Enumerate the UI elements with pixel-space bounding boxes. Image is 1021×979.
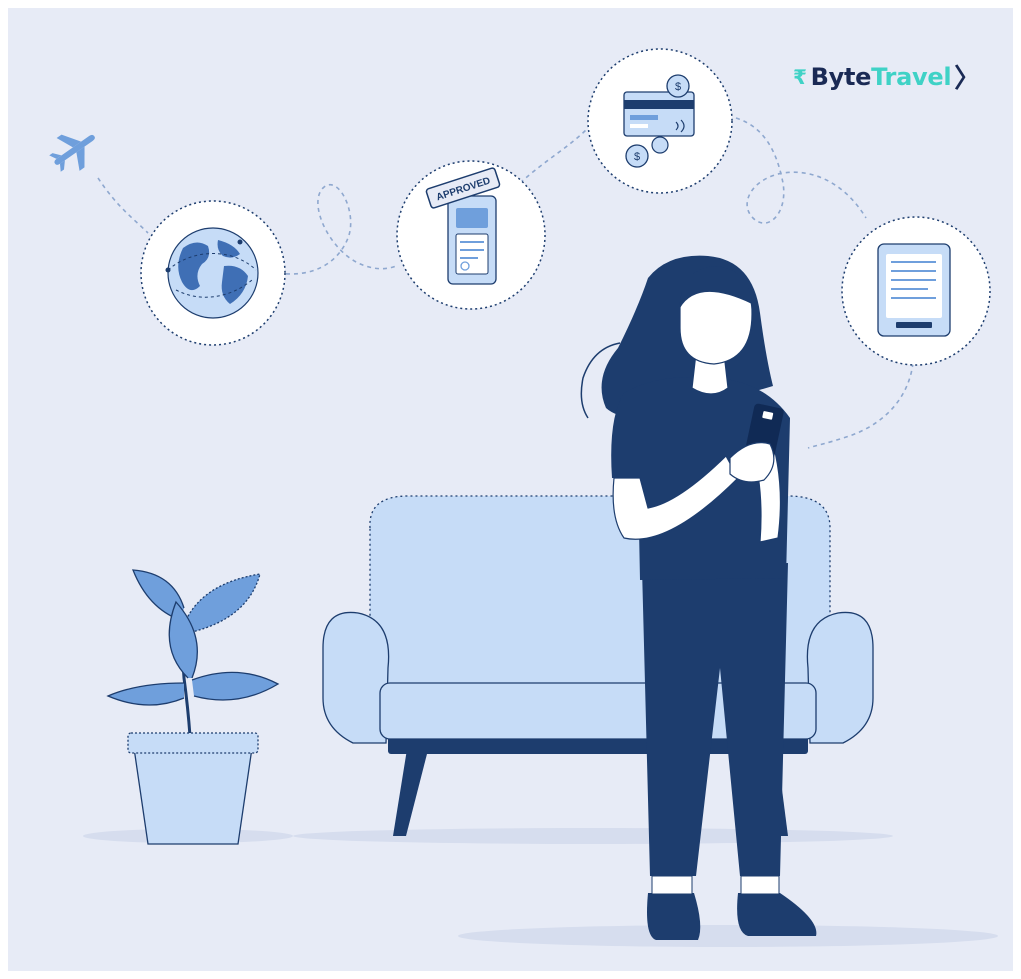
coin-icon: $ — [625, 144, 649, 168]
airplane-icon — [49, 134, 95, 172]
svg-text:$: $ — [675, 81, 681, 93]
svg-text:$: $ — [634, 151, 640, 163]
payment-card-icon — [623, 91, 695, 137]
payment-bubble: $ $ — [587, 48, 733, 194]
person-shadow — [458, 925, 998, 947]
scene: APPROVED $ $ — [49, 48, 998, 947]
sofa-shadow — [293, 828, 893, 844]
coin-icon — [651, 136, 669, 154]
illustration-frame: APPROVED $ $ ₹ Byte Travel 〉 — [8, 8, 1013, 971]
coin-icon: $ — [666, 74, 690, 98]
logo-word-byte: Byte — [810, 62, 872, 91]
globe-bubble — [140, 200, 286, 346]
approved-bubble: APPROVED — [396, 160, 546, 310]
tablet-bubble — [841, 216, 991, 366]
logo-word-travel: Travel — [871, 62, 952, 91]
sofa — [322, 495, 874, 836]
bytetravel-logo: ₹ Byte Travel 〉 — [793, 58, 980, 95]
rupee-icon: ₹ — [793, 64, 807, 89]
potted-plant — [106, 569, 280, 845]
chevron-right-icon: 〉 — [954, 64, 980, 94]
tablet-form-icon — [877, 243, 951, 337]
